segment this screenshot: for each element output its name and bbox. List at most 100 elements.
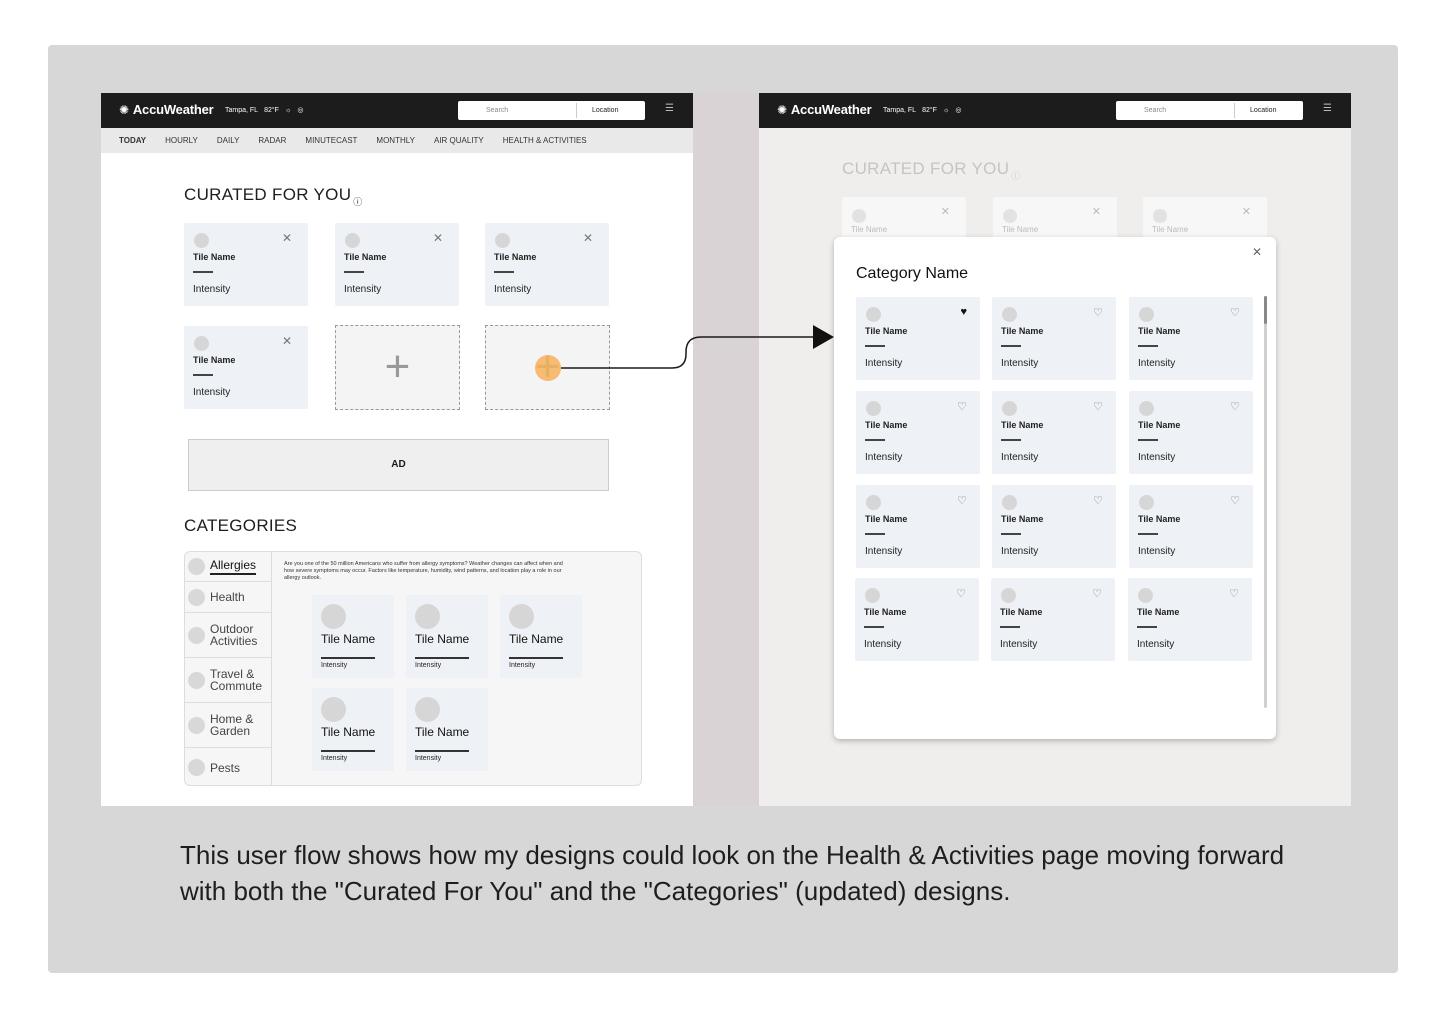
- search-input[interactable]: Search Location: [458, 101, 645, 120]
- heart-outline-icon[interactable]: ♡: [1092, 587, 1102, 600]
- categories-panel: Allergies Health Outdoor Activities Trav…: [184, 551, 642, 786]
- modal-tile[interactable]: ♡ Tile Name Intensity: [992, 485, 1116, 568]
- curated-title: CURATED FOR YOU ⓘ: [842, 159, 1021, 181]
- category-pests[interactable]: Pests: [185, 748, 271, 785]
- category-description: Are you one of the 50 million Americans …: [284, 561, 563, 581]
- tile-icon: [415, 604, 440, 629]
- nav-hourly[interactable]: HOURLY: [165, 136, 198, 145]
- nav-minutecast[interactable]: MINUTECAST: [305, 136, 357, 145]
- category-icon: [188, 671, 205, 689]
- top-bar: ✺ AccuWeather Tampa, FL 82°F ☼ ◎ Search L…: [101, 93, 693, 128]
- heart-outline-icon[interactable]: ♡: [957, 400, 967, 413]
- tile-icon: [495, 233, 510, 248]
- heart-outline-icon[interactable]: ♡: [1229, 587, 1239, 600]
- tile-icon: [866, 495, 881, 510]
- tile-icon: [866, 401, 881, 416]
- current-conditions[interactable]: Tampa, FL 82°F ☼ ◎: [225, 106, 304, 115]
- click-indicator: [535, 355, 561, 381]
- heart-outline-icon[interactable]: ♡: [1093, 306, 1103, 319]
- search-input[interactable]: Search Location: [1116, 101, 1303, 120]
- categories-title: CATEGORIES: [184, 516, 298, 535]
- location-button[interactable]: Location: [592, 107, 618, 114]
- category-health[interactable]: Health: [185, 582, 271, 613]
- category-tile[interactable]: Tile Name Intensity: [312, 688, 394, 771]
- heart-outline-icon[interactable]: ♡: [957, 494, 967, 507]
- tile-icon: [1002, 401, 1017, 416]
- category-tile[interactable]: Tile Name Intensity: [406, 688, 488, 771]
- info-icon[interactable]: ⓘ: [353, 197, 362, 207]
- category-icon: [188, 558, 205, 575]
- tile-icon: [1002, 307, 1017, 322]
- close-icon[interactable]: ✕: [433, 231, 443, 245]
- modal-tile[interactable]: ♡ Tile Name Intensity: [992, 297, 1116, 380]
- radar-icon: ◎: [297, 107, 304, 114]
- sub-navigation: TODAY HOURLY DAILY RADAR MINUTECAST MONT…: [101, 128, 693, 153]
- current-conditions[interactable]: Tampa, FL 82°F ☼ ◎: [883, 106, 961, 115]
- curated-tile[interactable]: ✕ Tile Name Intensity: [485, 223, 609, 306]
- tile-icon: [1002, 495, 1017, 510]
- hamburger-menu-icon[interactable]: ☰: [665, 103, 674, 114]
- category-outdoor-activities[interactable]: Outdoor Activities: [185, 613, 271, 658]
- nav-today[interactable]: TODAY: [119, 136, 146, 145]
- heart-outline-icon[interactable]: ♡: [1093, 494, 1103, 507]
- heart-outline-icon[interactable]: ♡: [1230, 494, 1240, 507]
- hamburger-menu-icon[interactable]: ☰: [1323, 103, 1332, 114]
- modal-tile[interactable]: ♡ Tile Name Intensity: [991, 578, 1115, 661]
- close-icon[interactable]: ✕: [282, 334, 292, 348]
- category-icon: [188, 626, 205, 644]
- modal-tile[interactable]: ♡ Tile Name Intensity: [1129, 297, 1253, 380]
- scrollbar-thumb[interactable]: [1264, 296, 1267, 324]
- modal-tile[interactable]: ♡ Tile Name Intensity: [992, 391, 1116, 474]
- nav-health-activities[interactable]: HEALTH & ACTIVITIES: [503, 136, 587, 145]
- tile-icon: [345, 233, 360, 248]
- close-icon[interactable]: ✕: [583, 231, 593, 245]
- modal-title: Category Name: [856, 265, 969, 282]
- category-icon: [188, 716, 205, 734]
- modal-tile[interactable]: ♡ Tile Name Intensity: [1128, 578, 1252, 661]
- category-allergies[interactable]: Allergies: [185, 552, 271, 582]
- add-tile-button[interactable]: +: [335, 325, 460, 410]
- category-home-garden[interactable]: Home & Garden: [185, 703, 271, 748]
- accuweather-logo[interactable]: ✺ AccuWeather: [777, 102, 872, 117]
- close-icon: ✕: [940, 206, 950, 218]
- heart-outline-icon[interactable]: ♡: [956, 587, 966, 600]
- caption-text: This user flow shows how my designs coul…: [180, 840, 1285, 906]
- nav-air-quality[interactable]: AIR QUALITY: [434, 136, 484, 145]
- tile-icon: [194, 336, 209, 351]
- tile-icon: [1139, 401, 1154, 416]
- temperature-text: 82°F: [264, 106, 279, 114]
- tile-icon: [1138, 588, 1153, 603]
- accuweather-logo[interactable]: ✺ AccuWeather: [119, 102, 214, 117]
- curated-tile[interactable]: ✕ Tile Name Intensity: [335, 223, 459, 306]
- modal-tile[interactable]: ♡ Tile Name Intensity: [1129, 391, 1253, 474]
- category-modal: ✕ Category Name ♥ Tile Name Intensity ♡ Til…: [834, 237, 1276, 739]
- heart-outline-icon[interactable]: ♡: [1230, 306, 1240, 319]
- plus-icon: +: [384, 342, 411, 391]
- modal-tile[interactable]: ♡ Tile Name Intensity: [856, 485, 980, 568]
- nav-monthly[interactable]: MONTHLY: [376, 136, 415, 145]
- close-icon[interactable]: ✕: [1252, 245, 1262, 259]
- modal-tile[interactable]: ♡ Tile Name Intensity: [1129, 485, 1253, 568]
- heart-filled-icon[interactable]: ♥: [960, 306, 967, 318]
- location-button[interactable]: Location: [1250, 107, 1276, 114]
- modal-tile[interactable]: ♡ Tile Name Intensity: [855, 578, 979, 661]
- curated-tile[interactable]: ✕ Tile Name Intensity: [184, 223, 308, 306]
- tile-icon: [1001, 588, 1016, 603]
- heart-outline-icon[interactable]: ♡: [1230, 400, 1240, 413]
- category-travel-commute[interactable]: Travel & Commute: [185, 658, 271, 703]
- curated-tile[interactable]: ✕ Tile Name Intensity: [184, 326, 308, 409]
- info-icon: ⓘ: [1011, 171, 1021, 181]
- nav-radar[interactable]: RADAR: [258, 136, 286, 145]
- category-tile[interactable]: Tile Name Intensity: [500, 595, 582, 678]
- category-tile[interactable]: Tile Name Intensity: [312, 595, 394, 678]
- modal-tile[interactable]: ♥ Tile Name Intensity: [856, 297, 980, 380]
- modal-tile[interactable]: ♡ Tile Name Intensity: [856, 391, 980, 474]
- ad-banner[interactable]: AD: [188, 439, 609, 491]
- category-tile[interactable]: Tile Name Intensity: [406, 595, 488, 678]
- heart-outline-icon[interactable]: ♡: [1093, 400, 1103, 413]
- close-icon[interactable]: ✕: [282, 231, 292, 245]
- category-icon: [188, 588, 205, 606]
- nav-daily[interactable]: DAILY: [217, 136, 240, 145]
- scrollbar[interactable]: [1264, 296, 1267, 708]
- tile-icon: [1139, 495, 1154, 510]
